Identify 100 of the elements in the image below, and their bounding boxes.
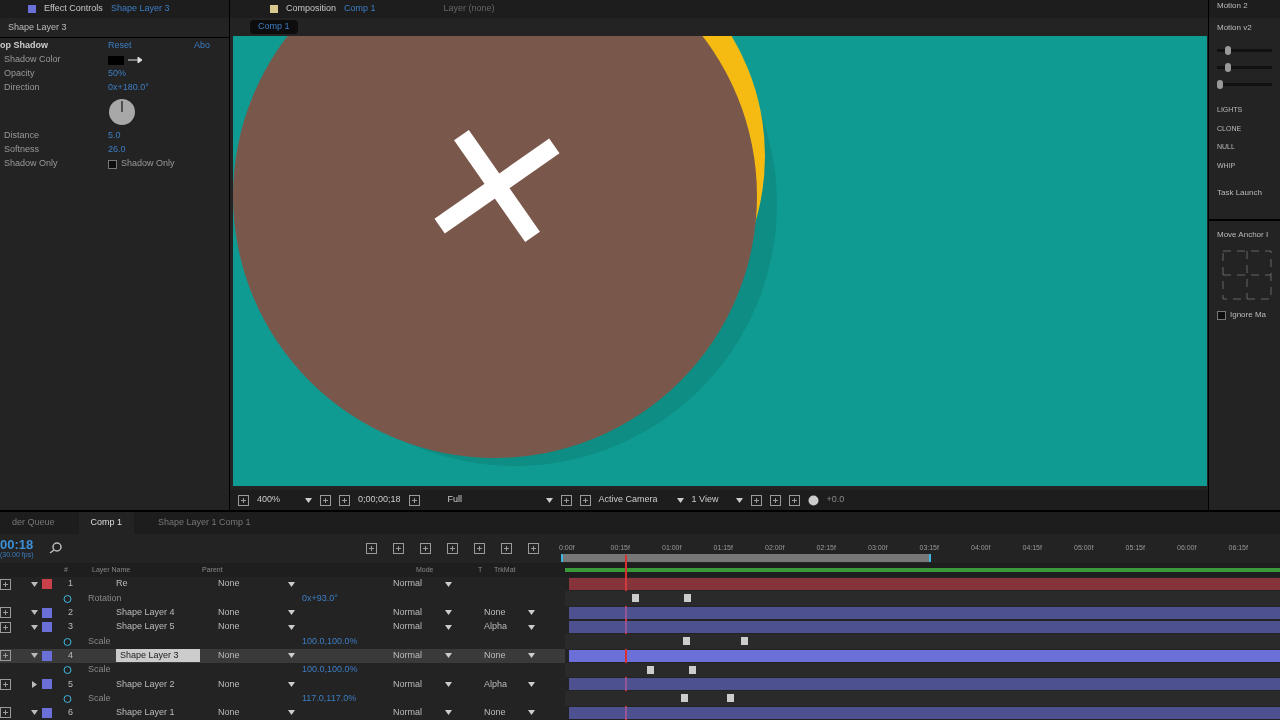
property-value[interactable]: 26.0 [108,143,126,157]
dropdown-caret-icon[interactable] [288,610,295,616]
keyframe-icon[interactable] [632,594,639,603]
property-value[interactable]: 100.0,100.0% [302,663,358,677]
parent-dropdown[interactable]: None [218,577,284,591]
layer-row[interactable]: 4 Shape Layer 3 None Normal None [0,648,565,663]
dropdown-caret-icon[interactable] [545,497,553,503]
zoom-dropdown[interactable]: 400% [257,493,297,507]
property-value[interactable]: 0x+180.0° [108,81,149,95]
layer-bar[interactable] [569,649,1280,662]
keyframe-icon[interactable] [689,665,696,674]
slider-thumb[interactable] [1225,46,1232,55]
checkbox[interactable] [108,159,117,169]
dropdown-caret-icon[interactable] [445,653,452,659]
parent-dropdown[interactable]: None [218,620,284,634]
keyframe-icon[interactable] [727,694,734,703]
work-area-bar[interactable] [561,553,931,562]
keyframe-icon[interactable] [741,637,748,646]
trkmat-dropdown[interactable]: Alpha [484,620,524,634]
property-value[interactable]: 5.0 [108,129,121,143]
property-value[interactable]: 0x+93.0° [302,591,338,606]
layer-row[interactable]: 5 Shape Layer 2 None Normal Alpha [0,677,565,692]
dropdown-caret-icon[interactable] [288,681,295,687]
reset-link[interactable]: Reset [108,38,194,53]
property-value[interactable]: 50% [108,67,126,81]
layer-name[interactable]: Shape Layer 2 [116,677,200,692]
stopwatch-icon[interactable] [63,665,72,675]
dropdown-caret-icon[interactable] [288,624,295,630]
parent-dropdown[interactable]: None [218,606,284,620]
layer-name-field[interactable]: Shape Layer 3 [116,648,200,663]
keyframe-icon[interactable] [681,694,688,703]
timeline-tab[interactable]: der Queue [0,512,67,534]
eyedropper-icon[interactable] [128,57,142,63]
mode-dropdown[interactable]: Normal [393,577,441,591]
expand-triangle-icon[interactable] [31,709,38,717]
trkmat-dropdown[interactable]: None [484,648,524,663]
mode-dropdown[interactable]: Normal [393,706,441,720]
slider-thumb[interactable] [1225,63,1232,72]
camera-dropdown[interactable]: Active Camera [598,493,669,507]
slider-thumb[interactable] [1217,80,1223,89]
layer-row[interactable]: 3 Shape Layer 5 None Normal Alpha [0,619,565,635]
checkbox[interactable] [1217,310,1226,320]
parent-dropdown[interactable]: None [218,648,284,663]
views-dropdown[interactable]: 1 View [691,493,728,507]
dropdown-caret-icon[interactable] [735,497,743,503]
keyframe-icon[interactable] [647,665,654,674]
trkmat-dropdown[interactable]: None [484,606,524,620]
keyframe-icon[interactable] [683,637,690,646]
trkmat-dropdown[interactable]: None [484,706,524,720]
color-swatch[interactable] [108,55,124,65]
dropdown-caret-icon[interactable] [528,624,535,630]
mode-dropdown[interactable]: Normal [393,620,441,634]
mode-dropdown[interactable]: Normal [393,677,441,692]
keyframe-icon[interactable] [684,594,691,603]
timeline-tab[interactable]: Comp 1 [78,512,135,534]
dropdown-caret-icon[interactable] [445,581,452,587]
stopwatch-icon[interactable] [63,694,72,704]
expand-triangle-icon[interactable] [31,652,38,660]
task-launch-button[interactable]: Task Launch [1209,187,1280,199]
direction-dial[interactable] [108,98,136,126]
mode-dropdown[interactable]: Normal [393,648,441,663]
search-icon[interactable] [49,542,64,555]
layer-row[interactable]: 2 Shape Layer 4 None Normal None [0,605,565,620]
dropdown-caret-icon[interactable] [445,624,452,630]
property-value[interactable]: 117.0,117.0% [302,691,357,706]
panel-tab[interactable]: Effect Controls [44,2,103,16]
about-link[interactable]: Abo [194,38,210,53]
exposure-value[interactable]: +0.0 [826,493,845,507]
panel-tab[interactable]: Motion 2 [1209,0,1280,18]
stopwatch-icon[interactable] [63,594,72,603]
dropdown-caret-icon[interactable] [445,710,452,716]
comp-subtab[interactable]: Comp 1 [250,20,298,34]
exposure-icon[interactable] [807,494,819,506]
dropdown-caret-icon[interactable] [288,710,295,716]
dropdown-caret-icon[interactable] [445,681,452,687]
trkmat-dropdown[interactable]: Alpha [484,677,524,692]
layer-row[interactable]: 6 Shape Layer 1 None Normal None [0,705,565,720]
layer-name[interactable]: Re [116,577,200,591]
dropdown-caret-icon[interactable] [528,710,535,716]
dropdown-caret-icon[interactable] [305,497,312,503]
dropdown-caret-icon[interactable] [528,610,535,616]
resolution-dropdown[interactable]: Full [447,493,538,507]
mode-dropdown[interactable]: Normal [393,606,441,620]
stopwatch-icon[interactable] [63,636,72,646]
parent-dropdown[interactable]: None [218,706,284,720]
layer-row[interactable]: 1 Re None Normal [0,577,565,592]
layer-name[interactable]: Shape Layer 4 [116,606,200,620]
timeline-tab[interactable]: Shape Layer 1 Comp 1 [146,512,263,534]
collapse-triangle-icon[interactable] [31,680,38,688]
parent-dropdown[interactable]: None [218,677,284,692]
dropdown-caret-icon[interactable] [445,610,452,616]
layer-name[interactable]: Shape Layer 5 [116,620,200,634]
current-time[interactable]: 0;00;00;18 [358,493,401,507]
dropdown-caret-icon[interactable] [528,653,535,659]
expand-triangle-icon[interactable] [31,580,38,588]
dropdown-caret-icon[interactable] [676,497,684,503]
property-value[interactable]: 100.0,100.0% [302,634,358,649]
layer-name[interactable]: Shape Layer 1 [116,706,200,720]
current-time[interactable]: 00:18 [0,538,34,552]
panel-tab[interactable]: Composition [286,2,337,16]
